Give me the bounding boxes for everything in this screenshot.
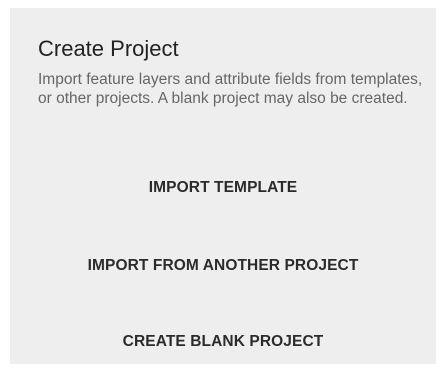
create-project-dialog: Create Project Import feature layers and… xyxy=(10,8,436,364)
create-blank-project-button[interactable]: CREATE BLANK PROJECT xyxy=(10,320,436,364)
dialog-description: Import feature layers and attribute fiel… xyxy=(38,71,423,107)
dialog-title: Create Project xyxy=(38,36,179,61)
import-from-another-project-button[interactable]: IMPORT FROM ANOTHER PROJECT xyxy=(10,244,436,288)
import-template-button[interactable]: IMPORT TEMPLATE xyxy=(10,166,436,210)
